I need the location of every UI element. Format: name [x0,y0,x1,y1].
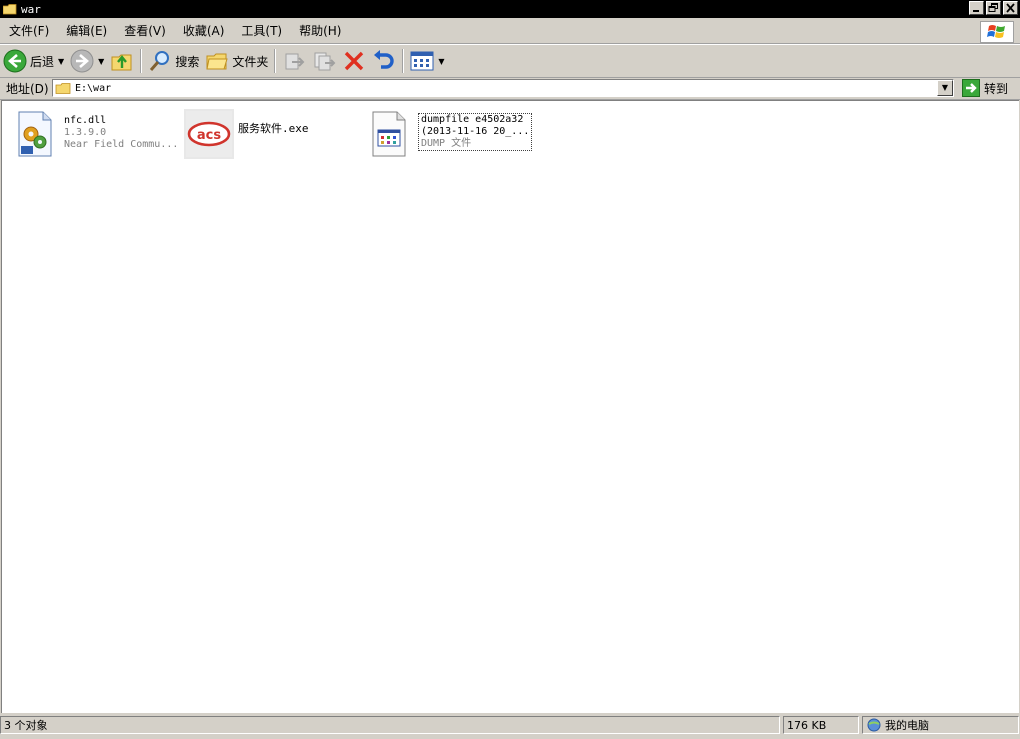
svg-text:acs: acs [197,128,221,143]
delete-button[interactable] [339,47,369,75]
dll-file-icon [10,109,60,159]
status-size: 176 KB [783,716,859,734]
folder-up-icon [111,54,132,71]
file-name: nfc.dll [64,115,107,126]
copy-to-button[interactable] [309,47,339,75]
back-button[interactable]: 后退 ▼ [0,47,67,75]
go-label: 转到 [984,81,1009,96]
menu-favorites[interactable]: 收藏(A) [174,21,233,41]
close-button[interactable] [1003,1,1018,15]
back-dropdown-icon[interactable]: ▼ [58,57,64,66]
file-description: Near Field Commu... [64,139,179,150]
undo-button[interactable] [369,47,399,75]
forward-dropdown-icon[interactable]: ▼ [98,57,104,66]
status-location: 我的电脑 [862,716,1019,734]
windows-logo [980,21,1014,43]
close-icon [1006,3,1015,13]
my-computer-icon [867,718,881,732]
windows-flag-icon [987,25,1005,38]
folder-icon [3,3,17,14]
views-button[interactable]: ▼ [407,47,447,75]
move-to-button[interactable] [279,47,309,75]
file-list-view[interactable]: nfc.dll 1.3.9.0 Near Field Commu... acs … [1,100,1019,713]
status-object-count: 3 个对象 [0,716,780,734]
views-icon [410,51,434,71]
address-label: 地址(D) [6,81,49,96]
window-buttons [967,1,1018,15]
title-bar[interactable]: war [0,0,1020,18]
move-to-icon [285,53,305,70]
address-dropdown-button[interactable]: ▼ [937,80,953,96]
restore-button[interactable] [986,1,1001,15]
address-value: E:\war [75,82,112,94]
status-bar: 3 个对象 176 KB 我的电脑 [0,714,1020,736]
copy-to-icon [314,52,336,71]
file-version: 1.3.9.0 [64,127,107,138]
undo-icon [374,50,395,69]
window-title: war [21,2,41,16]
menu-tools[interactable]: 工具(T) [232,21,290,41]
file-item-service-exe[interactable]: acs 服务软件.exe [184,109,309,159]
dump-file-icon [364,109,414,159]
file-meta: nfc.dll 1.3.9.0 Near Field Commu... [64,115,178,151]
back-arrow-icon [3,49,27,73]
minimize-button[interactable] [969,1,984,15]
address-bar: 地址(D) E:\war ▼ 转到 [0,77,1020,100]
menu-edit[interactable]: 编辑(E) [57,21,115,41]
go-button[interactable]: 转到 [962,79,1008,97]
address-input[interactable]: E:\war ▼ [52,79,954,97]
delete-x-icon [345,51,364,71]
folders-label: 文件夹 [232,54,269,69]
back-label: 后退 [30,54,55,69]
toolbar-separator [274,49,277,73]
file-item-dumpfile[interactable]: dumpfile e4502a32 (2013-11-16 20_... DUM… [364,109,533,159]
file-item-nfc-dll[interactable]: nfc.dll 1.3.9.0 Near Field Commu... [10,109,178,159]
file-name-continued: (2013-11-16 20_... [421,126,530,137]
status-size-text: 176 KB [787,718,827,732]
forward-arrow-icon [70,49,94,73]
search-icon [150,51,170,71]
search-button[interactable]: 搜索 [145,47,202,75]
go-arrow-icon [962,79,980,97]
toolbar-separator [140,49,143,73]
chevron-down-icon: ▼ [941,83,949,92]
restore-icon [988,3,998,12]
menu-bar: 文件(F) 编辑(E) 查看(V) 收藏(A) 工具(T) 帮助(H) [0,19,1020,44]
acs-exe-icon: acs [184,109,234,159]
toolbar-separator [402,49,405,73]
file-meta: dumpfile e4502a32 (2013-11-16 20_... DUM… [418,113,533,151]
search-label: 搜索 [175,54,200,69]
minimize-icon [973,10,979,12]
views-dropdown-icon[interactable]: ▼ [438,57,444,66]
menu-file[interactable]: 文件(F) [0,21,57,41]
menu-help[interactable]: 帮助(H) [290,21,349,41]
forward-button[interactable]: ▼ [67,47,107,75]
up-button[interactable] [107,47,137,75]
status-location-text: 我的电脑 [885,719,929,732]
folders-icon [206,53,229,70]
file-name: dumpfile e4502a32 [421,114,524,125]
folder-icon [55,82,71,94]
toolbar: 后退 ▼ ▼ 搜索 文件夹 ▼ [0,44,1020,78]
file-name: 服务软件.exe [238,122,309,135]
status-objects-text: 3 个对象 [4,719,48,732]
file-meta: 服务软件.exe [238,123,309,135]
folders-button[interactable]: 文件夹 [202,47,271,75]
menu-view[interactable]: 查看(V) [115,21,174,41]
file-type: DUMP 文件 [421,138,472,149]
